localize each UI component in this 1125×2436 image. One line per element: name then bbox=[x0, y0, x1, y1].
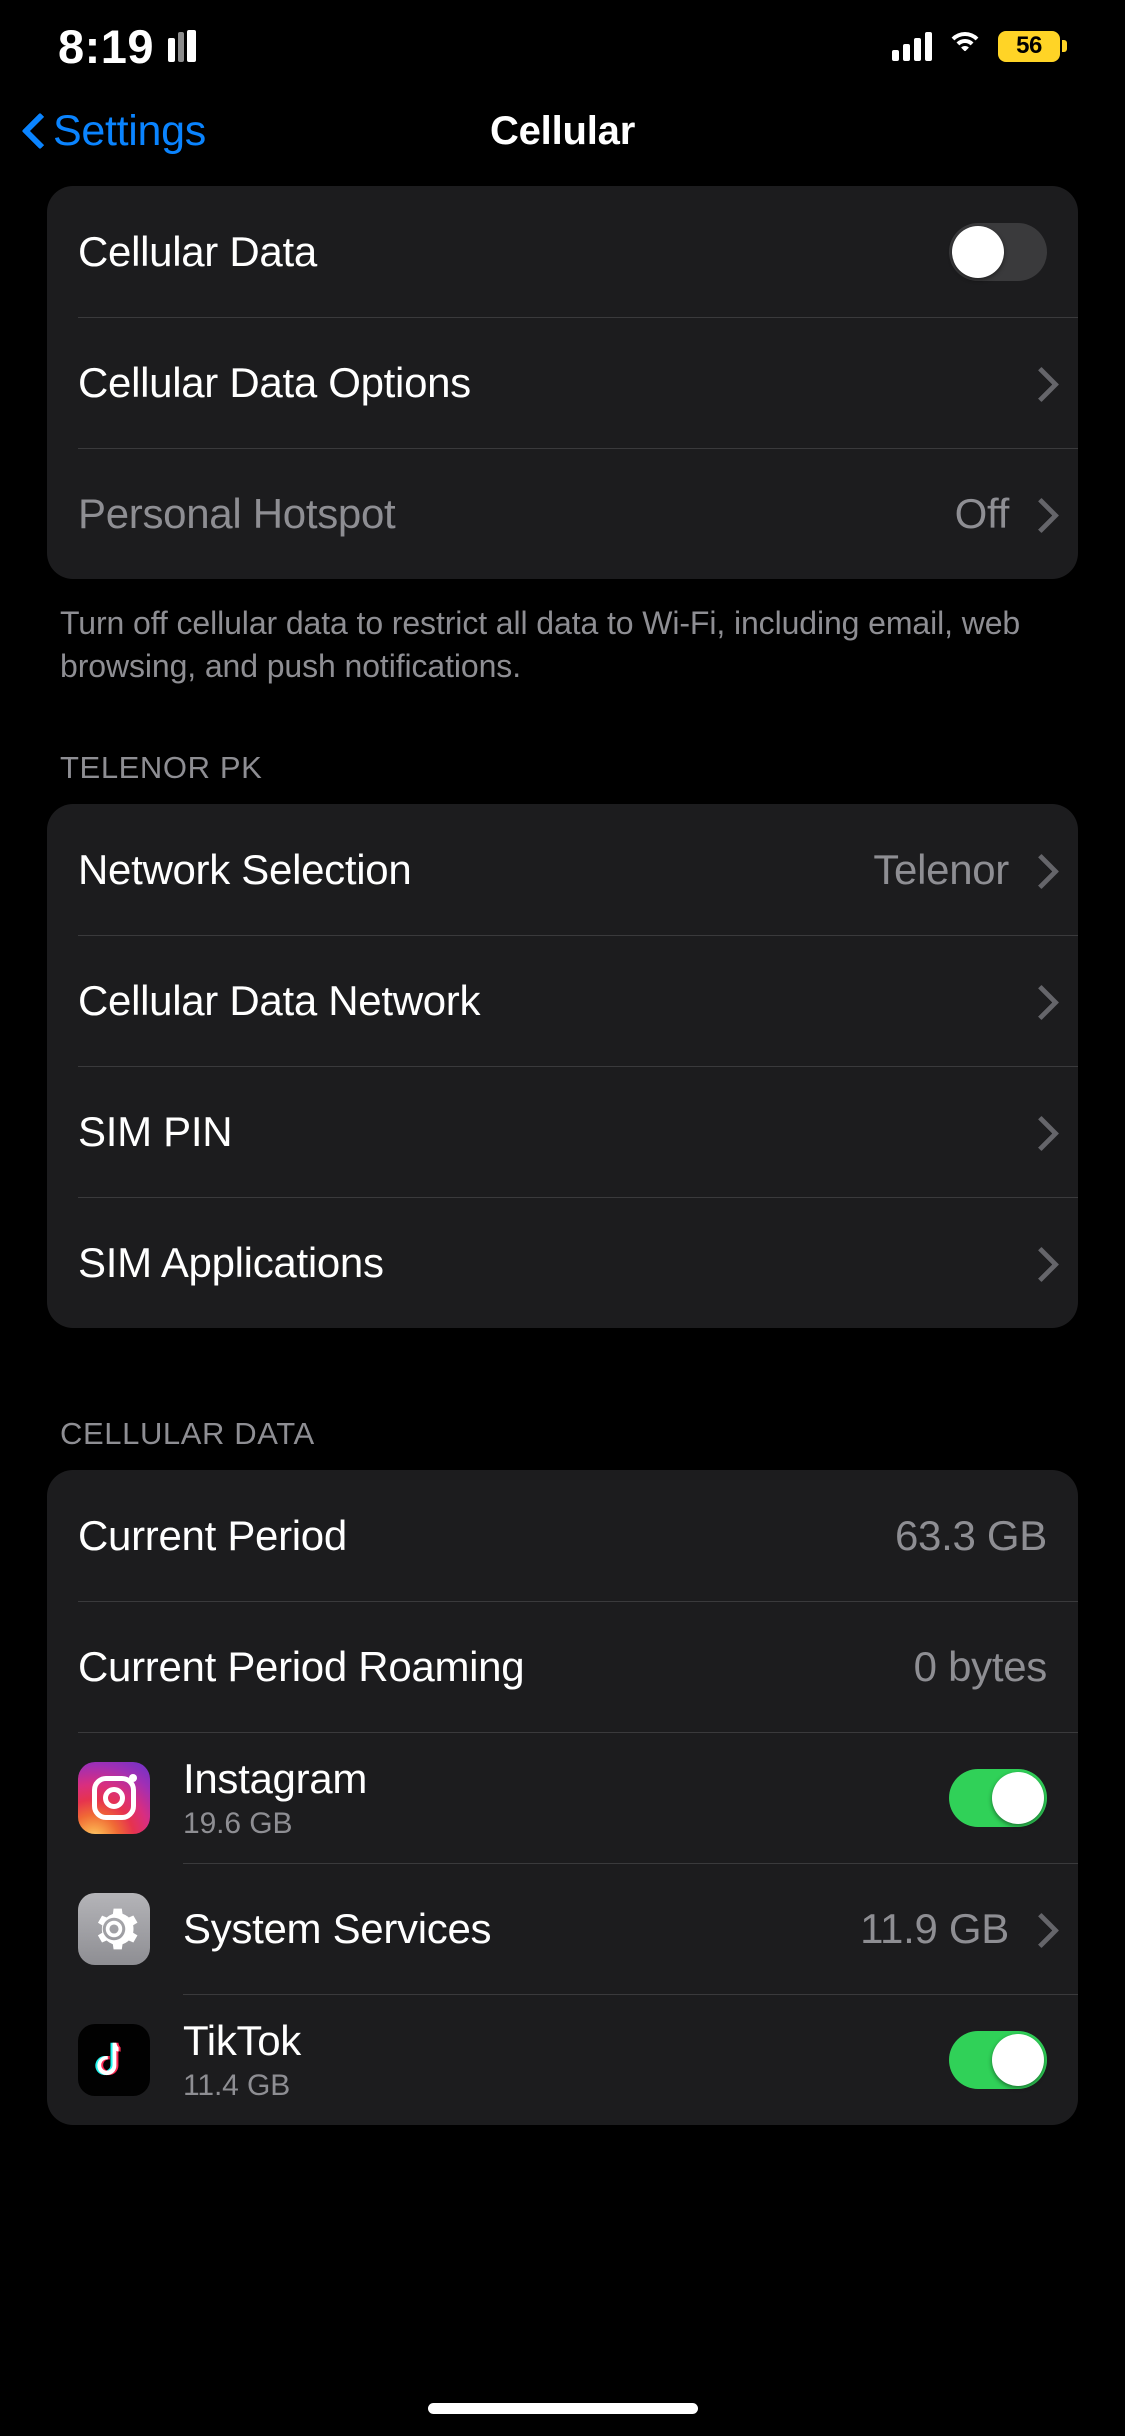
navigation-bar: Cellular Settings bbox=[0, 96, 1125, 166]
app-row-instagram[interactable]: Instagram 19.6 GB bbox=[47, 1732, 1078, 1863]
books-icon bbox=[168, 30, 197, 62]
row-cellular-data-label: Cellular Data bbox=[78, 227, 317, 275]
row-sim-pin[interactable]: SIM PIN bbox=[47, 1066, 1078, 1197]
row-personal-hotspot[interactable]: Personal Hotspot Off bbox=[47, 448, 1078, 579]
back-button-label: Settings bbox=[53, 106, 206, 155]
chevron-right-icon bbox=[1029, 1116, 1047, 1148]
status-bar-clock: 8:19 bbox=[58, 19, 155, 73]
cellular-data-usage-section-header: CELLULAR DATA bbox=[60, 1416, 315, 1452]
back-button[interactable]: Settings bbox=[22, 107, 206, 156]
row-current-period-value: 63.3 GB bbox=[895, 1511, 1047, 1559]
row-network-selection-value: Telenor bbox=[873, 845, 1009, 893]
row-current-period: Current Period 63.3 GB bbox=[47, 1470, 1078, 1601]
cellular-data-usage-group: Current Period 63.3 GB Current Period Ro… bbox=[47, 1470, 1078, 2126]
row-cellular-data-network-label: Cellular Data Network bbox=[78, 976, 481, 1024]
chevron-right-icon bbox=[1029, 498, 1047, 530]
cellular-signal-icon bbox=[892, 31, 932, 61]
row-cellular-data-options[interactable]: Cellular Data Options bbox=[47, 317, 1078, 448]
instagram-icon bbox=[78, 1761, 150, 1834]
app-system-services-value: 11.9 GB bbox=[860, 1904, 1009, 1952]
row-cellular-data-network[interactable]: Cellular Data Network bbox=[47, 935, 1078, 1066]
tiktok-cellular-toggle[interactable] bbox=[949, 2030, 1047, 2089]
row-network-selection-label: Network Selection bbox=[78, 845, 412, 893]
row-current-period-roaming-label: Current Period Roaming bbox=[78, 1642, 525, 1690]
status-bar: 8:19 56 bbox=[0, 0, 1125, 92]
cellular-data-group: Cellular Data Cellular Data Options Pers… bbox=[47, 186, 1078, 579]
gear-icon bbox=[78, 1892, 150, 1965]
row-current-period-roaming-value: 0 bytes bbox=[913, 1642, 1048, 1690]
status-bar-right: 56 bbox=[892, 30, 1067, 62]
battery-icon: 56 bbox=[998, 30, 1067, 62]
row-sim-applications-label: SIM Applications bbox=[78, 1238, 384, 1286]
chevron-left-icon bbox=[22, 112, 44, 150]
app-instagram-name: Instagram bbox=[183, 1754, 368, 1802]
app-tiktok-usage: 11.4 GB bbox=[183, 2068, 291, 2102]
cellular-data-toggle[interactable] bbox=[949, 222, 1047, 281]
app-system-services-name: System Services bbox=[183, 1904, 492, 1952]
chevron-right-icon bbox=[1029, 854, 1047, 886]
chevron-right-icon bbox=[1029, 367, 1047, 399]
battery-percent-label: 56 bbox=[1016, 32, 1042, 59]
row-cellular-data-options-label: Cellular Data Options bbox=[78, 358, 471, 406]
row-cellular-data[interactable]: Cellular Data bbox=[47, 186, 1078, 317]
carrier-group: Network Selection Telenor Cellular Data … bbox=[47, 804, 1078, 1329]
app-row-system-services[interactable]: System Services 11.9 GB bbox=[47, 1863, 1078, 1994]
instagram-cellular-toggle[interactable] bbox=[949, 1768, 1047, 1827]
row-sim-applications[interactable]: SIM Applications bbox=[47, 1197, 1078, 1328]
tiktok-icon bbox=[78, 2023, 150, 2096]
wifi-icon bbox=[946, 32, 984, 60]
app-tiktok-name: TikTok bbox=[183, 2016, 301, 2064]
app-system-services-texts: System Services bbox=[183, 1905, 860, 1953]
chevron-right-icon bbox=[1029, 1913, 1047, 1945]
row-current-period-roaming: Current Period Roaming 0 bytes bbox=[47, 1601, 1078, 1732]
cellular-data-footer-text: Turn off cellular data to restrict all d… bbox=[60, 605, 1021, 685]
chevron-right-icon bbox=[1029, 985, 1047, 1017]
home-indicator[interactable] bbox=[427, 2403, 698, 2414]
chevron-right-icon bbox=[1029, 1247, 1047, 1279]
app-instagram-usage: 19.6 GB bbox=[183, 1806, 293, 1840]
row-network-selection[interactable]: Network Selection Telenor bbox=[47, 804, 1078, 935]
row-personal-hotspot-label: Personal Hotspot bbox=[78, 489, 396, 537]
status-bar-left: 8:19 bbox=[58, 19, 197, 74]
row-personal-hotspot-value: Off bbox=[954, 489, 1010, 537]
app-instagram-texts: Instagram 19.6 GB bbox=[183, 1755, 949, 1841]
row-current-period-label: Current Period bbox=[78, 1511, 347, 1559]
settings-scroll-view[interactable]: Cellular Data Cellular Data Options Pers… bbox=[0, 186, 1125, 2126]
app-tiktok-texts: TikTok 11.4 GB bbox=[183, 2017, 949, 2103]
row-sim-pin-label: SIM PIN bbox=[78, 1107, 233, 1155]
app-row-tiktok[interactable]: TikTok 11.4 GB bbox=[47, 1994, 1078, 2125]
carrier-section-header: TELENOR PK bbox=[60, 750, 263, 786]
